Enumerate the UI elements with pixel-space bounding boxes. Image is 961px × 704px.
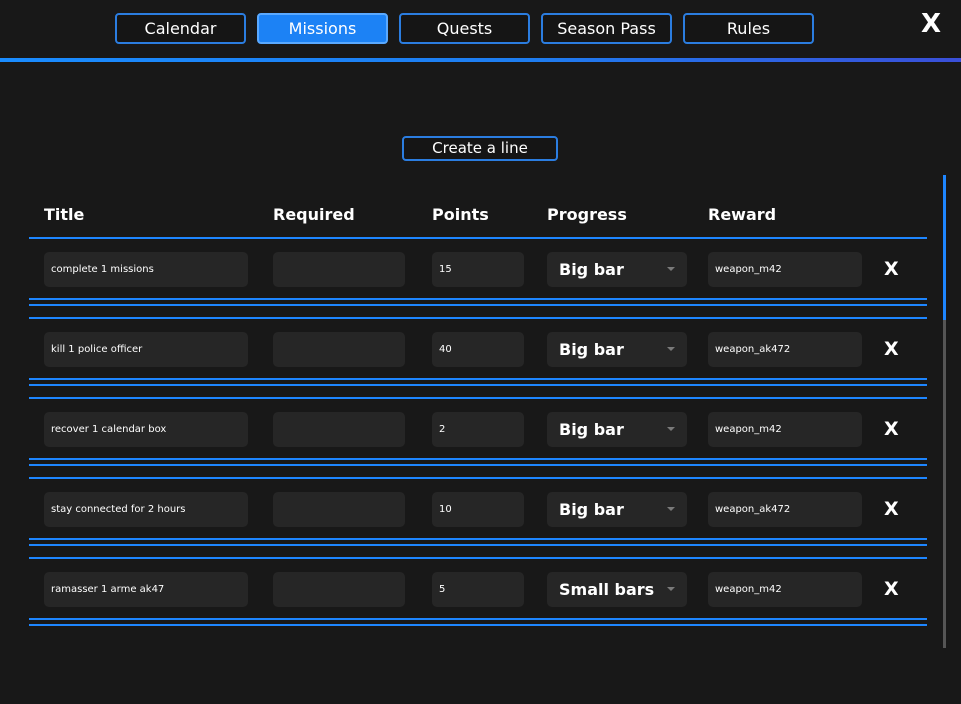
progress-select-value: Big bar (559, 340, 624, 359)
header-progress: Progress (547, 205, 627, 224)
progress-select[interactable]: Big bar (547, 252, 687, 287)
reward-input[interactable]: weapon_m42 (708, 412, 862, 447)
row-divider (29, 378, 927, 380)
delete-row-icon[interactable]: X (884, 577, 899, 601)
required-input[interactable] (273, 412, 405, 447)
reward-input[interactable]: weapon_ak472 (708, 332, 862, 367)
required-input[interactable] (273, 572, 405, 607)
title-input[interactable]: recover 1 calendar box (44, 412, 248, 447)
row-divider (29, 618, 927, 620)
title-input[interactable]: kill 1 police officer (44, 332, 248, 367)
points-input[interactable]: 10 (432, 492, 524, 527)
create-line-button[interactable]: Create a line (402, 136, 558, 161)
header-points: Points (432, 205, 489, 224)
title-input[interactable]: ramasser 1 arme ak47 (44, 572, 248, 607)
progress-select[interactable]: Big bar (547, 412, 687, 447)
title-input[interactable]: stay connected for 2 hours (44, 492, 248, 527)
tab-quests[interactable]: Quests (399, 13, 530, 44)
required-input[interactable] (273, 252, 405, 287)
chevron-down-icon (667, 267, 675, 271)
row-divider (29, 538, 927, 540)
top-navigation: Calendar Missions Quests Season Pass Rul… (0, 0, 961, 58)
row-divider (29, 458, 927, 460)
progress-select-value: Big bar (559, 500, 624, 519)
points-input[interactable]: 2 (432, 412, 524, 447)
title-input[interactable]: complete 1 missions (44, 252, 248, 287)
close-icon[interactable]: X (921, 9, 941, 39)
row-divider (29, 464, 927, 466)
scrollbar-thumb[interactable] (943, 175, 946, 320)
table-row: stay connected for 2 hours 10 Big bar we… (0, 479, 961, 559)
delete-row-icon[interactable]: X (884, 497, 899, 521)
points-input[interactable]: 40 (432, 332, 524, 367)
header-title: Title (44, 205, 85, 224)
required-input[interactable] (273, 332, 405, 367)
reward-input[interactable]: weapon_ak472 (708, 492, 862, 527)
row-divider (29, 544, 927, 546)
header-reward: Reward (708, 205, 777, 224)
scrollbar-track[interactable] (943, 175, 946, 648)
tab-rules[interactable]: Rules (683, 13, 814, 44)
reward-input[interactable]: weapon_m42 (708, 252, 862, 287)
delete-row-icon[interactable]: X (884, 337, 899, 361)
tab-calendar[interactable]: Calendar (115, 13, 246, 44)
header-required: Required (273, 205, 355, 224)
required-input[interactable] (273, 492, 405, 527)
chevron-down-icon (667, 347, 675, 351)
progress-select[interactable]: Big bar (547, 332, 687, 367)
points-input[interactable]: 5 (432, 572, 524, 607)
tab-missions[interactable]: Missions (257, 13, 388, 44)
row-divider (29, 298, 927, 300)
delete-row-icon[interactable]: X (884, 417, 899, 441)
progress-select-value: Big bar (559, 260, 624, 279)
table-row: ramasser 1 arme ak47 5 Small bars weapon… (0, 559, 961, 639)
row-divider (29, 304, 927, 306)
row-divider (29, 384, 927, 386)
reward-input[interactable]: weapon_m42 (708, 572, 862, 607)
points-input[interactable]: 15 (432, 252, 524, 287)
progress-select-value: Big bar (559, 420, 624, 439)
progress-select-value: Small bars (559, 580, 655, 599)
progress-select[interactable]: Small bars (547, 572, 687, 607)
delete-row-icon[interactable]: X (884, 257, 899, 281)
table-row: kill 1 police officer 40 Big bar weapon_… (0, 319, 961, 399)
nav-divider (0, 58, 961, 62)
table-row: complete 1 missions 15 Big bar weapon_m4… (0, 239, 961, 319)
chevron-down-icon (667, 507, 675, 511)
progress-select[interactable]: Big bar (547, 492, 687, 527)
chevron-down-icon (667, 587, 675, 591)
row-divider (29, 624, 927, 626)
table-row: recover 1 calendar box 2 Big bar weapon_… (0, 399, 961, 479)
chevron-down-icon (667, 427, 675, 431)
tab-season-pass[interactable]: Season Pass (541, 13, 672, 44)
